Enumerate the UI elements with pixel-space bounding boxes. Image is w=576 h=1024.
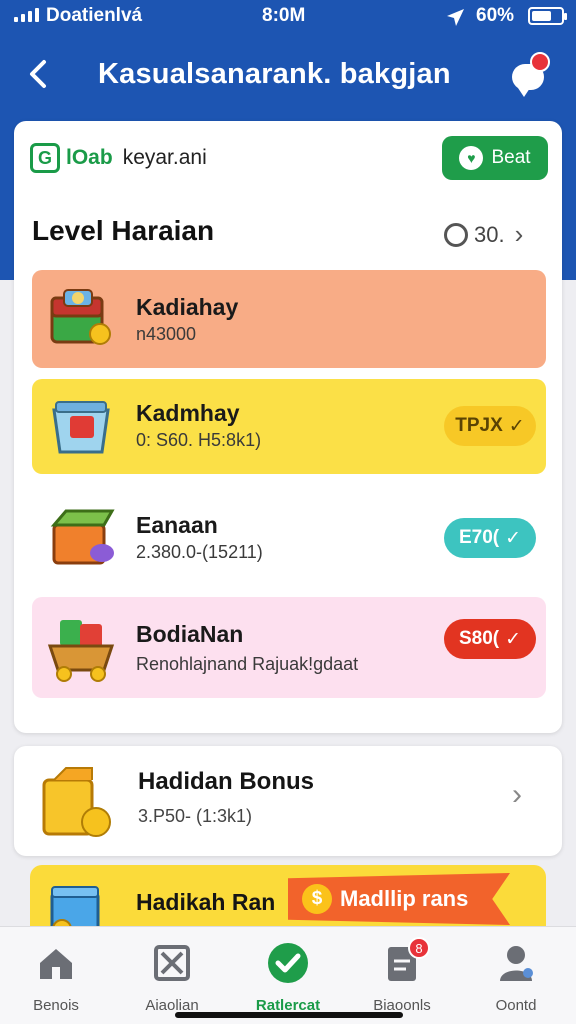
tier-row[interactable]: Eanaan 2.380.0-(15211) E70( ✓ (32, 488, 546, 588)
brand-logo-icon: G (30, 143, 60, 173)
check-circle-icon (268, 943, 308, 983)
back-arrow-icon[interactable] (20, 54, 60, 94)
home-icon (40, 949, 72, 979)
treasure-chest-icon (50, 289, 111, 345)
beat-button[interactable]: ♥ Beat (442, 136, 548, 180)
dollar-icon: $ (302, 884, 332, 914)
chevron-right-icon: › (512, 778, 522, 811)
level-section-title: Level Haraian (32, 215, 215, 246)
nav-item-home[interactable]: Benois (6, 937, 106, 1014)
chat-button[interactable] (506, 52, 554, 100)
battery-icon (528, 7, 567, 25)
promo-badge-label: Madllip rans (340, 886, 469, 911)
bonus-title: Hadidan Bonus (138, 768, 315, 795)
notification-dot (530, 52, 550, 72)
level-card: G lOab keyar.ani ♥ Beat Level Haraian 30… (14, 121, 562, 733)
tier-name: BodiaNan (136, 621, 244, 647)
tier-action-pill[interactable]: S80( ✓ (444, 619, 536, 659)
level-count-value: 30. (474, 221, 505, 247)
promo-badge[interactable]: $ Madllip rans (288, 873, 510, 925)
gift-bag-icon (42, 767, 111, 837)
tier-row[interactable]: BodiaNan Renohlajnand Rajuak!gdaat S80( … (32, 597, 546, 698)
promo-title: Hadikah Ran (136, 889, 276, 915)
coin-icon (444, 222, 468, 247)
carrier-name: Doatienlvá (46, 5, 143, 26)
status-time: 8:0M (262, 5, 306, 26)
beat-button-label: Beat (491, 147, 531, 168)
app-header: Kasualsanarank. bakgjan (0, 40, 576, 110)
pencil-icon: ✓ (505, 628, 522, 650)
tier-desc: n43000 (136, 324, 197, 344)
tier-desc: Renohlajnand Rajuak!gdaat (136, 654, 359, 674)
page-title: Kasualsanarank. bakgjan (98, 58, 451, 90)
box-icon (50, 509, 115, 565)
tier-row[interactable]: Kadiahay n43000 (32, 270, 546, 368)
tier-name: Eanaan (136, 512, 218, 538)
nav-item-biaoonls[interactable]: 8 Biaoonls (352, 937, 452, 1014)
battery-fill (532, 11, 552, 21)
pencil-icon: ✓ (508, 415, 525, 437)
nav-label: Oontd (495, 997, 537, 1014)
bonus-card[interactable]: Hadidan Bonus 3.P50- (1:3k1) › (14, 746, 562, 856)
nav-item-aiaolian[interactable]: Aiaolian (122, 937, 222, 1014)
brand-name: lOab (66, 146, 113, 169)
nav-item-oontd[interactable]: Oontd (466, 937, 566, 1014)
brand-subtitle: keyar.ani (122, 146, 207, 169)
battery-percent: 60% (476, 5, 515, 26)
tier-row[interactable]: Kadmhay 0: S60. H5:8k1) TPJX ✓ (32, 379, 546, 474)
profile-icon (500, 946, 533, 981)
check-icon: ✓ (505, 527, 522, 549)
bottom-nav: Benois Aiaolian Ratlercat 8 Biaoonls Oon… (0, 926, 576, 1024)
nav-item-ratlercat[interactable]: Ratlercat (238, 937, 338, 1014)
bonus-desc: 3.P50- (1:3k1) (138, 806, 253, 826)
chevron-right-icon: › (514, 219, 524, 249)
scissors-icon (154, 945, 190, 981)
tier-desc: 2.380.0-(15211) (136, 542, 263, 562)
gift-basket-icon (52, 401, 110, 454)
signal-icon (14, 8, 39, 22)
heart-icon: ♥ (459, 146, 484, 170)
tier-name: Kadmhay (136, 400, 240, 426)
tier-action-pill[interactable]: E70( ✓ (444, 518, 536, 558)
tier-desc: 0: S60. H5:8k1) (136, 430, 262, 450)
location-arrow-icon (447, 9, 464, 26)
status-bar: Doatienlvá 8:0M 60% (0, 0, 576, 34)
tier-name: Kadiahay (136, 294, 239, 320)
tier-pill-label: S80( (458, 628, 500, 649)
brand-row: G lOab keyar.ani (30, 143, 207, 173)
tier-pill-label: TPJX (455, 415, 503, 436)
level-count[interactable]: 30. › (444, 219, 523, 250)
tier-action-pill[interactable]: TPJX ✓ (444, 406, 536, 446)
tier-pill-label: E70( (458, 527, 500, 548)
home-indicator (175, 1012, 403, 1018)
nav-label: Benois (33, 997, 79, 1014)
coin-basket-icon (47, 620, 115, 682)
notification-badge: 8 (408, 937, 430, 959)
